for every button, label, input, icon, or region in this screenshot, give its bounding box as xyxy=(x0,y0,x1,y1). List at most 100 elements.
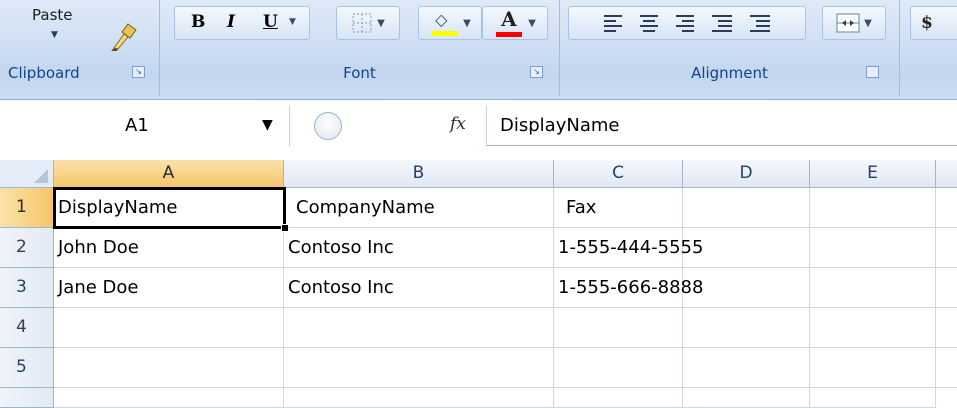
cell-f1[interactable] xyxy=(936,188,957,228)
insert-function-icon[interactable]: fx xyxy=(450,114,466,134)
cell-b4[interactable] xyxy=(284,308,554,348)
borders-button[interactable]: ▼ xyxy=(336,6,400,40)
cell-f3[interactable] xyxy=(936,268,957,308)
merge-center-dropdown-icon[interactable]: ▼ xyxy=(864,18,872,29)
cell-b6[interactable] xyxy=(284,388,554,408)
name-box[interactable]: A1 ▼ xyxy=(0,106,290,146)
font-color-button[interactable]: A ▼ xyxy=(482,6,548,40)
decrease-indent-button[interactable] xyxy=(712,14,732,32)
formula-input[interactable]: DisplayName xyxy=(500,115,619,136)
borders-icon xyxy=(352,13,372,33)
cell-f2[interactable] xyxy=(936,228,957,268)
cell-e6[interactable] xyxy=(810,388,936,408)
currency-button[interactable]: $ xyxy=(910,6,957,40)
cell-c3[interactable]: 1-555-666-8888 xyxy=(554,268,703,308)
cell-e4[interactable] xyxy=(810,308,936,348)
increase-indent-button[interactable] xyxy=(750,14,770,32)
borders-dropdown-icon[interactable]: ▼ xyxy=(377,18,385,29)
name-box-dropdown-icon[interactable]: ▼ xyxy=(262,117,273,133)
font-color-dropdown-icon[interactable]: ▼ xyxy=(528,18,536,29)
column-header-c[interactable]: C xyxy=(554,160,683,188)
cell-c6[interactable] xyxy=(554,388,683,408)
cell-e2[interactable] xyxy=(810,228,936,268)
row-header-5[interactable]: 5 xyxy=(0,348,54,388)
name-box-value: A1 xyxy=(125,115,149,136)
formula-bar-resize-icon[interactable] xyxy=(314,112,342,140)
cell-a4[interactable] xyxy=(54,308,284,348)
font-group-label: Font xyxy=(343,64,376,82)
cell-b1[interactable]: CompanyName xyxy=(284,188,554,228)
cell-d2[interactable] xyxy=(683,228,810,268)
fill-color-dropdown-icon[interactable]: ▼ xyxy=(463,18,471,29)
cell-a3[interactable]: Jane Doe xyxy=(54,268,284,308)
cell-a2[interactable]: John Doe xyxy=(54,228,284,268)
column-header-d[interactable]: D xyxy=(683,160,810,188)
align-right-button[interactable] xyxy=(676,14,694,32)
alignment-group: ▼ Alignment xyxy=(560,0,900,96)
cell-d6[interactable] xyxy=(683,388,810,408)
column-header-f[interactable] xyxy=(936,160,957,188)
cell-f5[interactable] xyxy=(936,348,957,388)
alignment-dialog-launcher-icon[interactable] xyxy=(866,66,879,78)
font-color-swatch xyxy=(496,32,523,37)
cell-f4[interactable] xyxy=(936,308,957,348)
select-all-button[interactable] xyxy=(0,160,54,188)
paste-button[interactable]: Paste ▼ xyxy=(6,2,106,58)
column-header-e[interactable]: E xyxy=(810,160,936,188)
cell-b2[interactable]: Contoso Inc xyxy=(284,228,554,268)
fill-handle[interactable] xyxy=(281,224,289,232)
row-header-3[interactable]: 3 xyxy=(0,268,54,308)
cell-d1[interactable] xyxy=(683,188,810,228)
cell-a1[interactable]: DisplayName xyxy=(54,188,284,228)
align-buttons xyxy=(568,6,806,40)
cell-a6[interactable] xyxy=(54,388,284,408)
row-header-6[interactable] xyxy=(0,388,54,408)
worksheet-grid: A B C D E 1 DisplayName CompanyName Fax … xyxy=(0,160,957,408)
underline-button[interactable]: U xyxy=(263,12,278,32)
cell-e5[interactable] xyxy=(810,348,936,388)
bold-button[interactable]: B xyxy=(191,12,205,32)
cell-e3[interactable] xyxy=(810,268,936,308)
align-left-button[interactable] xyxy=(604,14,622,32)
row-header-1[interactable]: 1 xyxy=(0,188,54,228)
cell-b3[interactable]: Contoso Inc xyxy=(284,268,554,308)
clipboard-dialog-launcher-icon[interactable]: ↘ xyxy=(132,66,145,78)
align-right-icon xyxy=(676,14,694,32)
merge-center-button[interactable]: ▼ xyxy=(822,6,886,40)
increase-indent-icon xyxy=(750,14,770,32)
decrease-indent-icon xyxy=(712,14,732,32)
select-all-icon xyxy=(34,169,48,183)
cell-c5[interactable] xyxy=(554,348,683,388)
row-header-4[interactable]: 4 xyxy=(0,308,54,348)
column-header-a[interactable]: A xyxy=(54,160,284,188)
align-center-button[interactable] xyxy=(640,14,658,32)
cell-a5[interactable] xyxy=(54,348,284,388)
paste-dropdown-icon[interactable]: ▼ xyxy=(51,30,58,40)
fill-color-icon: ◇ xyxy=(429,10,459,36)
font-format-buttons: B I U ▼ xyxy=(174,6,310,40)
cell-d3[interactable] xyxy=(683,268,810,308)
font-color-icon: A xyxy=(494,7,524,37)
cell-d5[interactable] xyxy=(683,348,810,388)
alignment-group-label: Alignment xyxy=(691,64,768,82)
cell-d4[interactable] xyxy=(683,308,810,348)
function-area: fx xyxy=(290,106,487,146)
column-header-b[interactable]: B xyxy=(284,160,554,188)
ribbon: Paste ▼ Clipboard ↘ B I U ▼ ▼ ◇ ▼ A ▼ Fo… xyxy=(0,0,957,100)
cell-b5[interactable] xyxy=(284,348,554,388)
align-left-icon xyxy=(604,14,622,32)
cell-c2[interactable]: 1-555-444-5555 xyxy=(554,228,703,268)
cell-e1[interactable] xyxy=(810,188,936,228)
font-dialog-launcher-icon[interactable]: ↘ xyxy=(530,66,543,78)
underline-dropdown-icon[interactable]: ▼ xyxy=(289,17,296,27)
font-group: B I U ▼ ▼ ◇ ▼ A ▼ Font ↘ xyxy=(160,0,560,96)
row-header-2[interactable]: 2 xyxy=(0,228,54,268)
format-painter-button[interactable] xyxy=(108,18,144,54)
formula-bar: A1 ▼ fx DisplayName xyxy=(0,106,957,146)
align-center-icon xyxy=(640,14,658,32)
merge-center-icon xyxy=(836,13,860,33)
cell-c1[interactable]: Fax xyxy=(554,188,683,228)
fill-color-button[interactable]: ◇ ▼ xyxy=(418,6,482,40)
italic-button[interactable]: I xyxy=(227,12,235,32)
cell-c4[interactable] xyxy=(554,308,683,348)
